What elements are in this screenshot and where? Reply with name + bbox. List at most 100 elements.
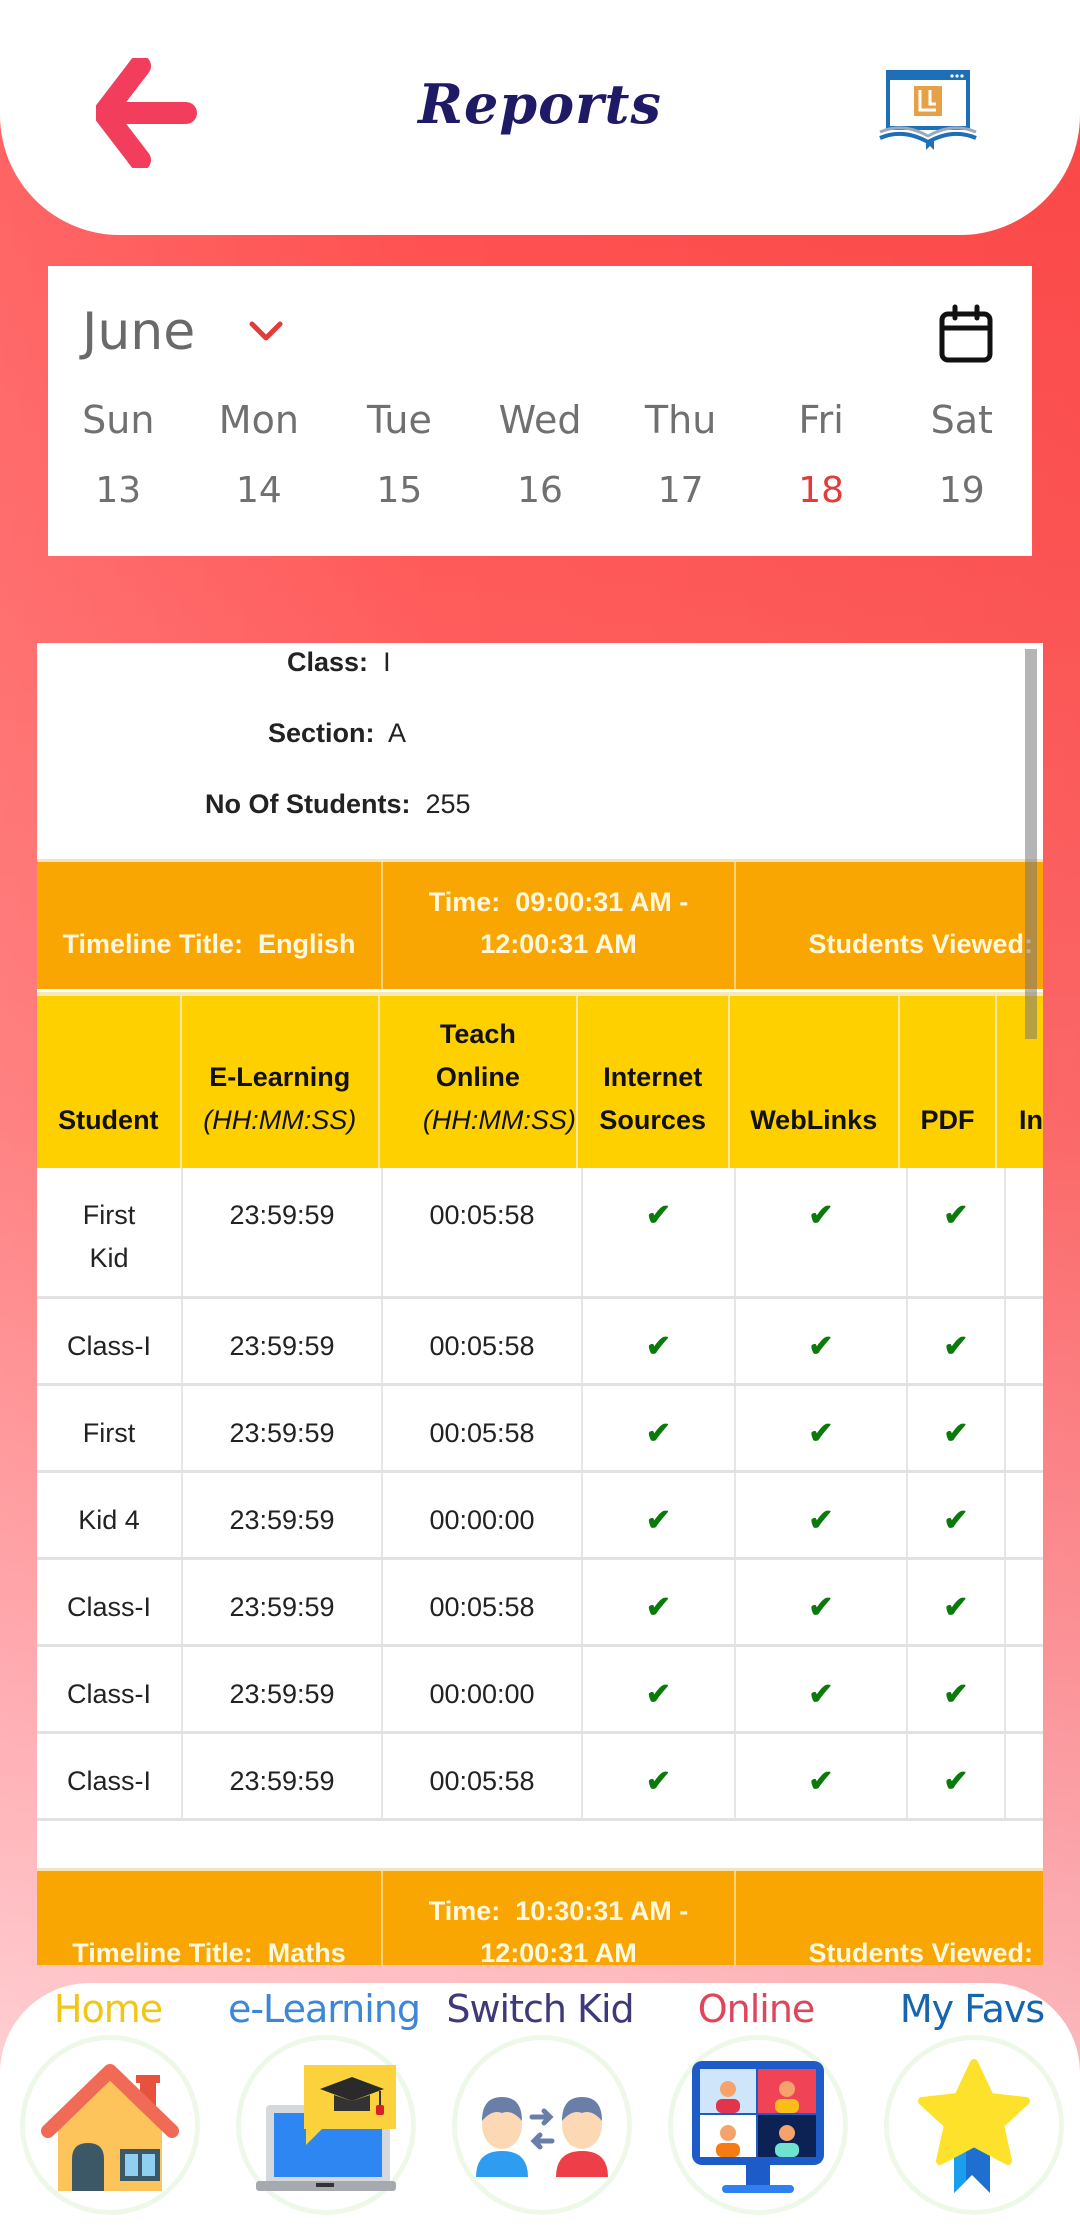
cell-pdf: ✔: [908, 1473, 1006, 1557]
timeline-title: Timeline Title: English: [37, 862, 383, 989]
cell-weblinks: ✔: [736, 1647, 908, 1731]
section-value: A: [388, 718, 407, 748]
checkmark-icon: ✔: [943, 1504, 969, 1537]
cell-weblinks: ✔: [736, 1734, 908, 1818]
cell-elearning: 23:59:59: [183, 1647, 383, 1731]
day-date: 19: [938, 470, 985, 511]
table-row: First 23:59:59 00:05:58 ✔ ✔ ✔: [37, 1386, 1043, 1473]
nav-home[interactable]: Home: [8, 1983, 208, 2228]
col-student: Student: [37, 996, 182, 1168]
cell-next-partial: [1006, 1299, 1043, 1383]
app-logo-button[interactable]: [878, 70, 978, 150]
cell-student: Class-I: [37, 1734, 183, 1818]
col-pdf: PDF: [900, 996, 997, 1168]
cell-student: Class-I: [37, 1560, 183, 1644]
cell-internet-sources: ✔: [583, 1647, 736, 1731]
day-date: 18: [798, 470, 845, 511]
cell-internet-sources: ✔: [583, 1299, 736, 1383]
table-row: Class-I 23:59:59 00:05:58 ✔ ✔ ✔: [37, 1299, 1043, 1386]
col-teach-online: Teach Online (HH:MM:SS): [380, 996, 578, 1168]
day-date: 17: [657, 470, 704, 511]
checkmark-icon: ✔: [808, 1417, 834, 1450]
nav-elearning[interactable]: e-Learning: [224, 1983, 424, 2228]
day-wed[interactable]: Wed 16: [470, 398, 611, 511]
students-count-value: 255: [425, 789, 471, 819]
vertical-scrollbar[interactable]: [1025, 649, 1037, 1039]
nav-label: My Favs: [899, 1987, 1045, 2031]
checkmark-icon: ✔: [645, 1417, 672, 1450]
cell-internet-sources: ✔: [583, 1168, 736, 1296]
day-sun[interactable]: Sun 13: [48, 398, 189, 511]
cell-next-partial: [1006, 1168, 1043, 1296]
day-name: Tue: [366, 398, 432, 442]
cell-teach-online: 00:05:58: [383, 1560, 583, 1644]
col-elearning: E-Learning (HH:MM:SS): [182, 996, 380, 1168]
header-bar: Reports: [0, 0, 1080, 235]
day-fri-selected[interactable]: Fri 18: [751, 398, 892, 511]
checkmark-icon: ✔: [808, 1199, 834, 1232]
cell-weblinks: ✔: [736, 1560, 908, 1644]
timeline-title: Timeline Title: Maths: [37, 1871, 383, 1965]
day-date: 15: [376, 470, 423, 511]
week-days-row: Sun 13 Mon 14 Tue 15 Wed 16 Thu 17 Fri 18 Sat 1…: [48, 398, 1032, 511]
nav-switch-kid[interactable]: Switch Kid: [440, 1983, 640, 2228]
nav-online[interactable]: Online: [656, 1983, 856, 2228]
day-thu[interactable]: Thu 17: [610, 398, 751, 511]
cell-elearning: 23:59:59: [183, 1168, 383, 1296]
cell-weblinks: ✔: [736, 1473, 908, 1557]
nav-label: Home: [53, 1987, 163, 2031]
cell-teach-online: 00:05:58: [383, 1734, 583, 1818]
star-ribbon-icon: [918, 2059, 1030, 2193]
day-tue[interactable]: Tue 15: [329, 398, 470, 511]
cell-pdf: ✔: [908, 1168, 1006, 1296]
day-name: Sat: [930, 398, 993, 442]
nav-label: e-Learning: [227, 1987, 421, 2031]
checkmark-icon: ✔: [645, 1199, 672, 1232]
checkmark-icon: ✔: [943, 1417, 969, 1450]
checkmark-icon: ✔: [808, 1504, 834, 1537]
cell-pdf: ✔: [908, 1647, 1006, 1731]
cell-elearning: 23:59:59: [183, 1386, 383, 1470]
day-name: Mon: [218, 398, 299, 442]
checkmark-icon: ✔: [645, 1591, 672, 1624]
cell-internet-sources: ✔: [583, 1560, 736, 1644]
day-name: Fri: [798, 398, 844, 442]
class-info: Class: I: [287, 647, 391, 678]
section-info: Section: A: [268, 718, 406, 749]
col-weblinks: WebLinks: [730, 996, 900, 1168]
table-row: First Kid 23:59:59 00:05:58 ✔ ✔ ✔: [37, 1168, 1043, 1299]
timeline-header-english: Timeline Title: English Time: 09:00:31 A…: [37, 859, 1043, 989]
chevron-down-icon[interactable]: [246, 316, 286, 346]
day-date: 13: [95, 470, 142, 511]
cell-next-partial: [1006, 1734, 1043, 1818]
day-sat[interactable]: Sat 19: [891, 398, 1032, 511]
day-name: Sun: [82, 398, 155, 442]
month-selector[interactable]: June: [82, 302, 195, 362]
cell-pdf: ✔: [908, 1734, 1006, 1818]
table-header-row: Student E-Learning (HH:MM:SS) Teach Onlin…: [37, 992, 1043, 1168]
checkmark-icon: ✔: [808, 1678, 834, 1711]
table-row: Class-I 23:59:59 00:05:58 ✔ ✔ ✔: [37, 1734, 1043, 1821]
table-row: Class-I 23:59:59 00:05:58 ✔ ✔ ✔: [37, 1560, 1043, 1647]
cell-internet-sources: ✔: [583, 1473, 736, 1557]
checkmark-icon: ✔: [808, 1591, 834, 1624]
cell-teach-online: 00:05:58: [383, 1299, 583, 1383]
checkmark-icon: ✔: [645, 1678, 672, 1711]
laptop-graduation-cap-icon: [256, 2065, 396, 2191]
day-mon[interactable]: Mon 14: [189, 398, 330, 511]
table-row: Class-I 23:59:59 00:00:00 ✔ ✔ ✔: [37, 1647, 1043, 1734]
cell-teach-online: 00:00:00: [383, 1647, 583, 1731]
calendar-icon[interactable]: [938, 304, 994, 364]
cell-student: First Kid: [37, 1168, 183, 1296]
cell-weblinks: ✔: [736, 1386, 908, 1470]
cell-next-partial: [1006, 1473, 1043, 1557]
timeline-time: Time: 10:30:31 AM - 12:00:31 AM: [383, 1871, 736, 1965]
nav-my-favs[interactable]: My Favs: [872, 1983, 1072, 2228]
video-conference-monitor-icon: [692, 2061, 824, 2193]
cell-elearning: 23:59:59: [183, 1473, 383, 1557]
day-date: 16: [517, 470, 563, 511]
cell-weblinks: ✔: [736, 1168, 908, 1296]
app-logo-book-icon: [879, 70, 977, 150]
report-panel[interactable]: Class: I Section: A No Of Students: 255 …: [37, 643, 1043, 1965]
cell-elearning: 23:59:59: [183, 1560, 383, 1644]
